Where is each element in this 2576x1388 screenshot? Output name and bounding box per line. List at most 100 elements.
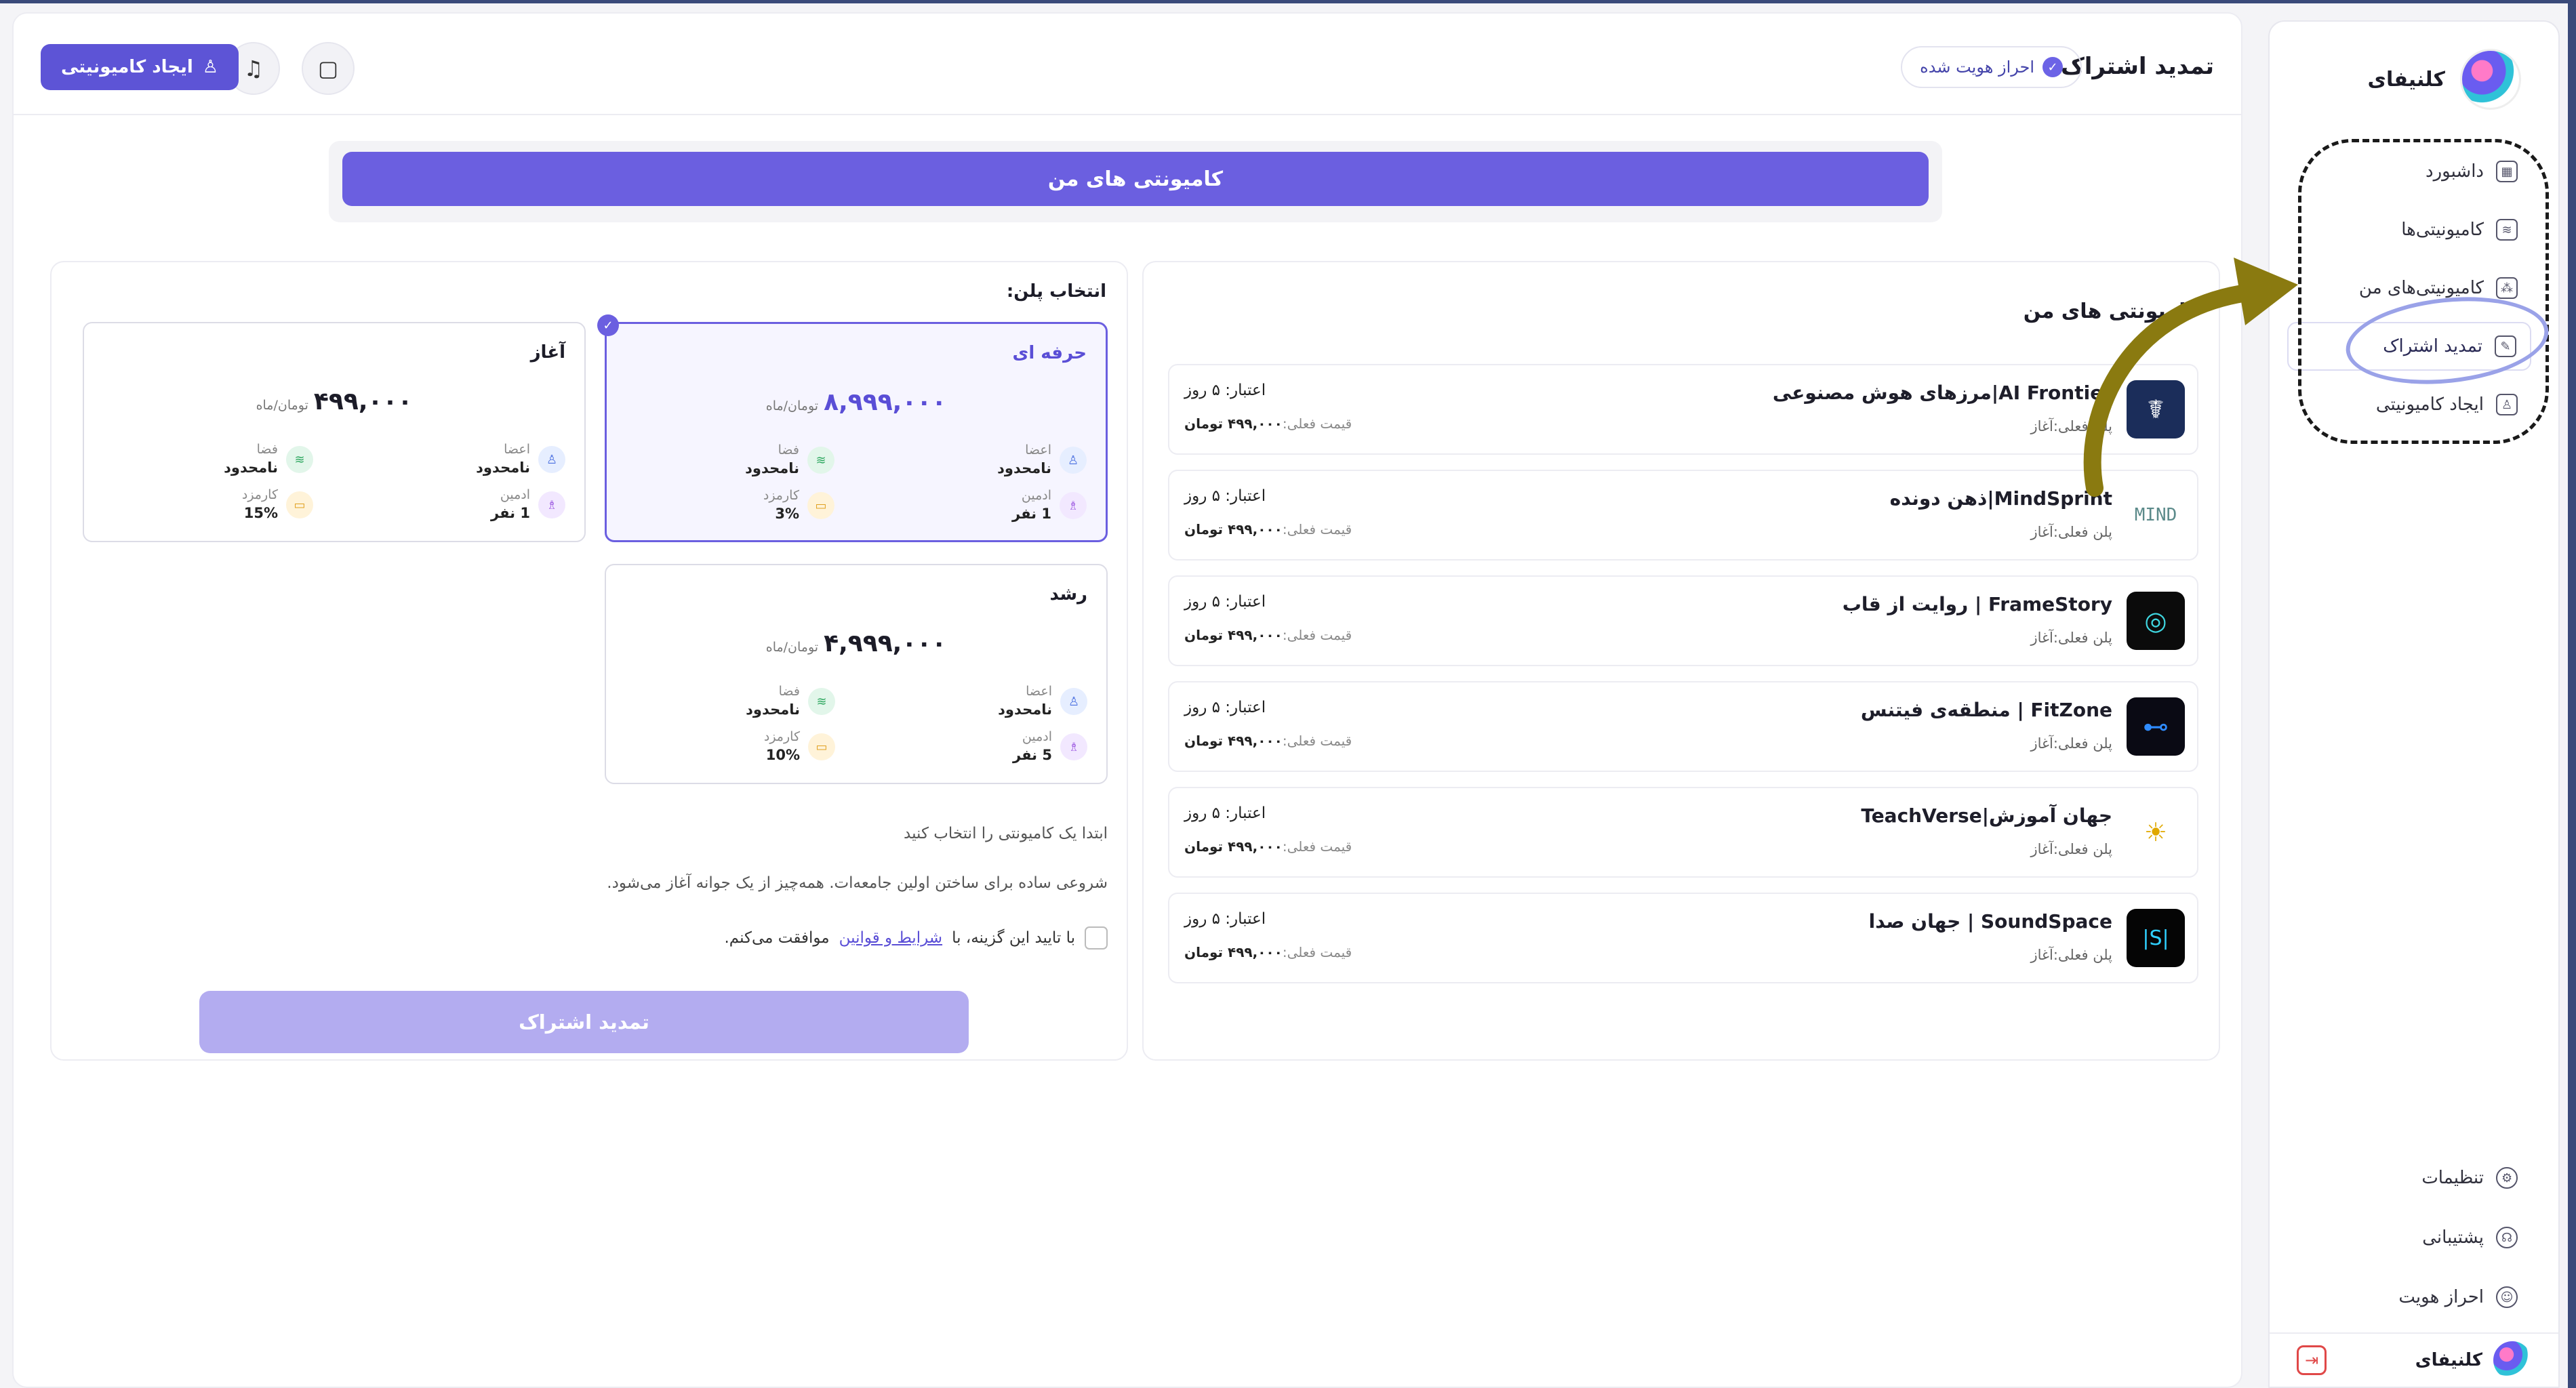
terms-prefix: با تایید این گزینه، با [952, 929, 1075, 947]
verified-label: احراز هویت شده [1920, 58, 2034, 77]
feature-value: 1 نفر [1012, 506, 1051, 522]
community-price: ۴۹۹,۰۰۰ تومان [1184, 944, 1283, 960]
window-right-border [2568, 0, 2576, 1388]
community-plan: پلن فعلی:آغاز [2030, 630, 2112, 646]
community-price: ۴۹۹,۰۰۰ تومان [1184, 838, 1283, 855]
plan-selection-panel: انتخاب پلن: ✓ حرفه ای ۸,۹۹۹,۰۰۰ تومان/ماه… [50, 261, 1128, 1061]
banner-wrapper: کامیونتی های من [329, 141, 1942, 222]
my-communities-tab[interactable]: کامیونتی های من [342, 152, 1929, 206]
community-price-label: قیمت فعلی: [1282, 944, 1352, 960]
community-item[interactable]: |S| SoundSpace | جهان صدا پلن فعلی:آغاز … [1168, 893, 2198, 983]
sidebar-item-support[interactable]: ☊ پشتیبانی [2287, 1213, 2531, 1262]
selected-check-icon: ✓ [597, 314, 619, 336]
lightbulb-book-icon: ☀ [2127, 803, 2185, 861]
fee-icon: ▭ [286, 491, 313, 518]
feature-label: کارمزد [763, 488, 799, 503]
community-credit: اعتبار: ۵ روز [1184, 382, 1266, 399]
admin-icon: ♗ [538, 491, 565, 518]
dumbbell-icon: ⊶ [2127, 697, 2185, 756]
verified-badge: ✓ احراز هویت شده [1901, 46, 2082, 88]
feature-fee: ▭ کارمزد 15% [110, 487, 313, 528]
plan-selection-title: انتخاب پلن: [1006, 281, 1106, 302]
community-price-row: قیمت فعلی:۴۹۹,۰۰۰ تومان [1184, 944, 1352, 960]
community-price: ۴۹۹,۰۰۰ تومان [1184, 627, 1283, 643]
renew-subscription-button[interactable]: تمدید اشتراک [199, 991, 969, 1053]
plan-card-pro[interactable]: ✓ حرفه ای ۸,۹۹۹,۰۰۰ تومان/ماه ♙ اعضا نامح… [597, 314, 1108, 542]
plan-name: رشد [1049, 584, 1087, 605]
annotation-dashed-outline [2298, 139, 2549, 444]
feature-value: نامحدود [224, 460, 278, 476]
community-price: ۴۹۹,۰۰۰ تومان [1184, 521, 1283, 537]
user-circle-icon: ☺ [2496, 1286, 2518, 1308]
feature-label: ادمین [500, 487, 530, 502]
community-item[interactable]: MIND MindSprint|ذهن دونده پلن فعلی:آغاز … [1168, 470, 2198, 560]
chat-icon[interactable]: ▢ [302, 42, 355, 95]
community-credit: اعتبار: ۵ روز [1184, 910, 1266, 928]
terms-link[interactable]: شرایط و قوانین [839, 929, 942, 947]
admin-icon: ♗ [1060, 492, 1087, 519]
sidebar-item-label: پشتیبانی [2422, 1227, 2484, 1248]
feature-value: 15% [243, 505, 278, 521]
space-icon: ≋ [807, 447, 834, 474]
feature-value: 3% [775, 506, 799, 522]
main-content: تمدید اشتراک ✓ احراز هویت شده ▢ ♫ ♙ ایجا… [12, 12, 2242, 1388]
feature-label: کارمزد [241, 487, 278, 502]
logout-icon[interactable]: ⇥ [2297, 1345, 2327, 1375]
feature-label: کارمزد [763, 729, 800, 744]
feature-label: ادمین [1021, 488, 1051, 503]
plan-card-growth[interactable]: رشد ۴,۹۹۹,۰۰۰ تومان/ماه ♙ اعضا نامحدود ≋ … [605, 564, 1108, 784]
sidebar-item-settings[interactable]: ⚙ تنظیمات [2287, 1154, 2531, 1202]
footer-brand-name: کلنیفای [2415, 1350, 2482, 1370]
brand[interactable]: کلنیفای [2367, 49, 2521, 110]
plan-price-unit: تومان/ماه [256, 398, 308, 413]
terms-checkbox[interactable] [1085, 926, 1108, 950]
community-price-label: قیمت فعلی: [1282, 733, 1352, 749]
sidebar-item-verification[interactable]: ☺ احراز هویت [2287, 1273, 2531, 1322]
feature-value: 10% [765, 747, 800, 763]
terms-suffix: موافقت می‌کنم. [724, 929, 830, 947]
feature-members: ♙ اعضا نامحدود [362, 442, 565, 483]
community-item[interactable]: ⊶ FitZone | منطقه‌ی فیتنس پلن فعلی:آغاز … [1168, 681, 2198, 772]
feature-label: اعضا [1025, 443, 1051, 457]
community-credit: اعتبار: ۵ روز [1184, 804, 1266, 822]
community-item[interactable]: ◎ FrameStory | روایت از قاب پلن فعلی:آغا… [1168, 575, 2198, 666]
community-price-row: قیمت فعلی:۴۹۹,۰۰۰ تومان [1184, 415, 1352, 432]
space-icon: ≋ [808, 688, 835, 715]
headset-icon: ☊ [2496, 1227, 2518, 1248]
feature-value: نامحدود [746, 701, 800, 718]
community-item[interactable]: ☤ AI Frontier|مرزهای هوش مصنوعی پلن فعلی… [1168, 364, 2198, 455]
plan-price-value: ۸,۹۹۹,۰۰۰ [824, 388, 947, 416]
feature-members: ♙ اعضا نامحدود [883, 443, 1087, 483]
feature-label: فضا [778, 684, 800, 699]
terms-agreement: با تایید این گزینه، با شرایط و قوانین مو… [725, 926, 1108, 950]
plan-price-unit: تومان/ماه [765, 399, 819, 413]
community-plan: پلن فعلی:آغاز [2030, 841, 2112, 857]
feature-label: اعضا [1026, 684, 1052, 699]
feature-value: نامحدود [476, 460, 530, 476]
feature-value: نامحدود [745, 460, 799, 476]
page-title: تمدید اشتراک [2060, 53, 2214, 80]
plan-name: حرفه ای [1012, 343, 1087, 363]
brand-name: کلنیفای [2367, 67, 2445, 91]
fee-icon: ▭ [807, 492, 834, 519]
community-price: ۴۹۹,۰۰۰ تومان [1184, 733, 1283, 749]
members-icon: ♙ [1060, 688, 1087, 715]
community-name: SoundSpace | جهان صدا [1868, 910, 2112, 933]
feature-label: فضا [256, 442, 278, 457]
feature-space: ≋ فضا نامحدود [631, 443, 834, 483]
admin-icon: ♗ [1060, 733, 1087, 760]
plan-card-starter[interactable]: آغاز ۴۹۹,۰۰۰ تومان/ماه ♙ اعضا نامحدود ≋ ف… [83, 322, 586, 542]
community-price-label: قیمت فعلی: [1282, 415, 1352, 432]
feature-admin: ♗ ادمین 5 نفر [884, 729, 1087, 770]
community-price-row: قیمت فعلی:۴۹۹,۰۰۰ تومان [1184, 521, 1352, 537]
feature-fee: ▭ کارمزد 10% [632, 729, 835, 770]
community-price-row: قیمت فعلی:۴۹۹,۰۰۰ تومان [1184, 627, 1352, 643]
community-name: FrameStory | روایت از قاب [1842, 593, 2112, 615]
create-community-button[interactable]: ♙ ایجاد کامیونیتی [41, 44, 239, 90]
community-list: ☤ AI Frontier|مرزهای هوش مصنوعی پلن فعلی… [1168, 364, 2198, 998]
fee-icon: ▭ [808, 733, 835, 760]
camera-lens-icon: ◎ [2127, 592, 2185, 650]
community-name: AI Frontier|مرزهای هوش مصنوعی [1772, 382, 2112, 404]
community-item[interactable]: ☀ جهان آموزش|TeachVerse پلن فعلی:آغاز اع… [1168, 787, 2198, 878]
plan-description: شروعی ساده برای ساختن اولین جامعه‌ات. هم… [607, 874, 1108, 892]
